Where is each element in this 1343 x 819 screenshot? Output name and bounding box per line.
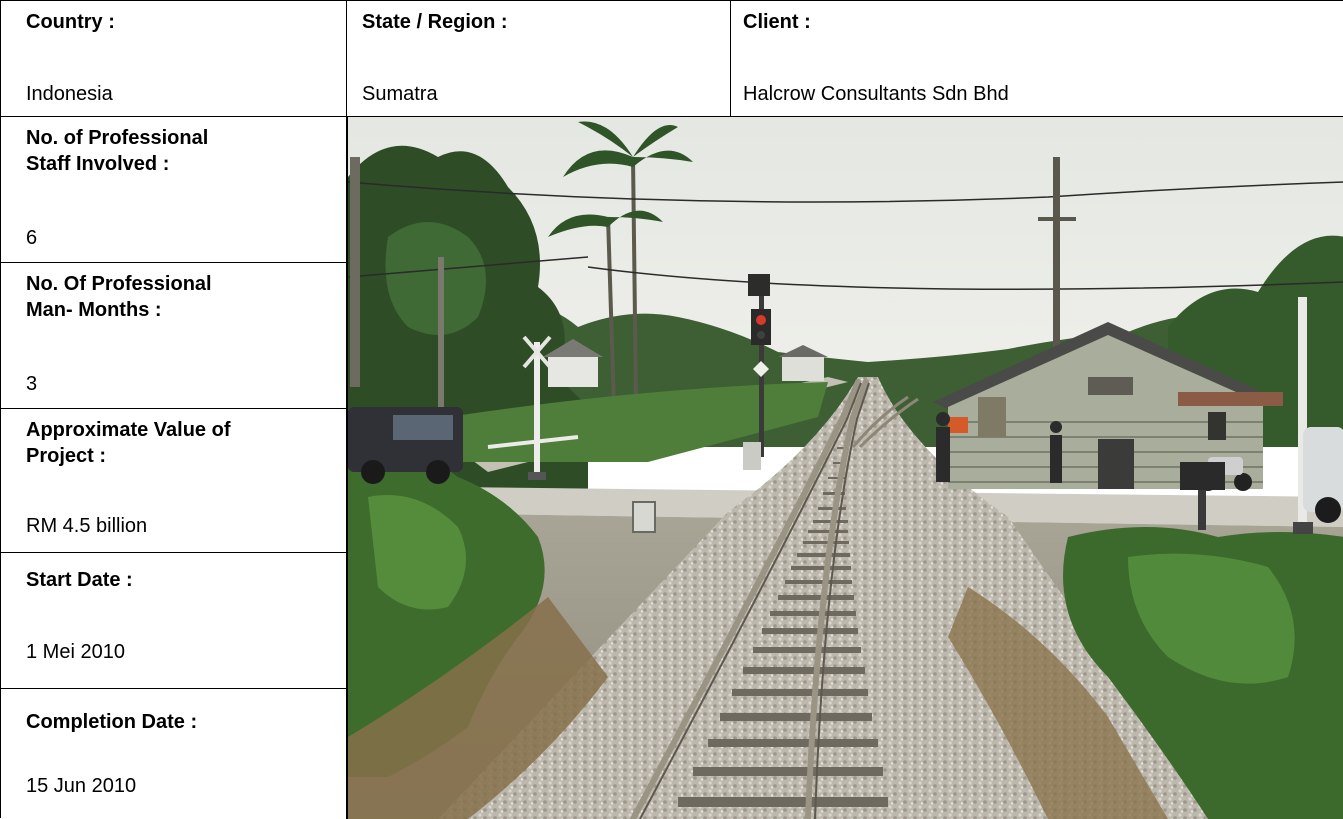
project-value-cell: Approximate Value of Project : RM 4.5 bi…	[1, 409, 347, 553]
client-value: Halcrow Consultants Sdn Bhd	[743, 83, 1009, 105]
client-label: Client :	[743, 11, 811, 33]
country-value: Indonesia	[26, 83, 113, 105]
client-cell: Client : Halcrow Consultants Sdn Bhd	[731, 1, 1343, 117]
project-value-amount: RM 4.5 billion	[26, 515, 148, 537]
project-info-sheet: Country : Indonesia State / Region : Sum…	[0, 0, 1343, 819]
utility-pole-mid	[438, 257, 444, 417]
professional-staff-value: 6	[26, 227, 38, 249]
start-date-value: 1 Mei 2010	[26, 641, 125, 663]
completion-date-cell: Completion Date : 15 Jun 2010	[1, 689, 347, 819]
state-region-cell: State / Region : Sumatra	[347, 1, 731, 117]
start-date-label: Start Date :	[26, 569, 133, 591]
junction-box	[632, 501, 656, 533]
country-label: Country :	[26, 11, 115, 33]
man-months-cell: No. Of Professional Man- Months : 3	[1, 263, 347, 409]
start-date-cell: Start Date : 1 Mei 2010	[1, 553, 347, 689]
man-months-value: 3	[26, 373, 38, 395]
man-months-label: No. Of Professional Man- Months :	[26, 273, 212, 321]
professional-staff-label: No. of Professional Staff Involved :	[26, 127, 209, 175]
photo-illustration	[348, 117, 1343, 819]
project-value-label: Approximate Value of Project :	[26, 419, 231, 467]
country-cell: Country : Indonesia	[1, 1, 347, 117]
professional-staff-cell: No. of Professional Staff Involved : 6	[1, 117, 347, 263]
parked-car-right	[1303, 427, 1343, 523]
railway-crossing-photo	[347, 117, 1343, 819]
state-region-value: Sumatra	[362, 83, 438, 105]
completion-date-label: Completion Date :	[26, 711, 198, 733]
utility-pole-left	[350, 157, 360, 387]
state-region-label: State / Region :	[362, 11, 508, 33]
completion-date-value: 15 Jun 2010	[26, 775, 137, 797]
